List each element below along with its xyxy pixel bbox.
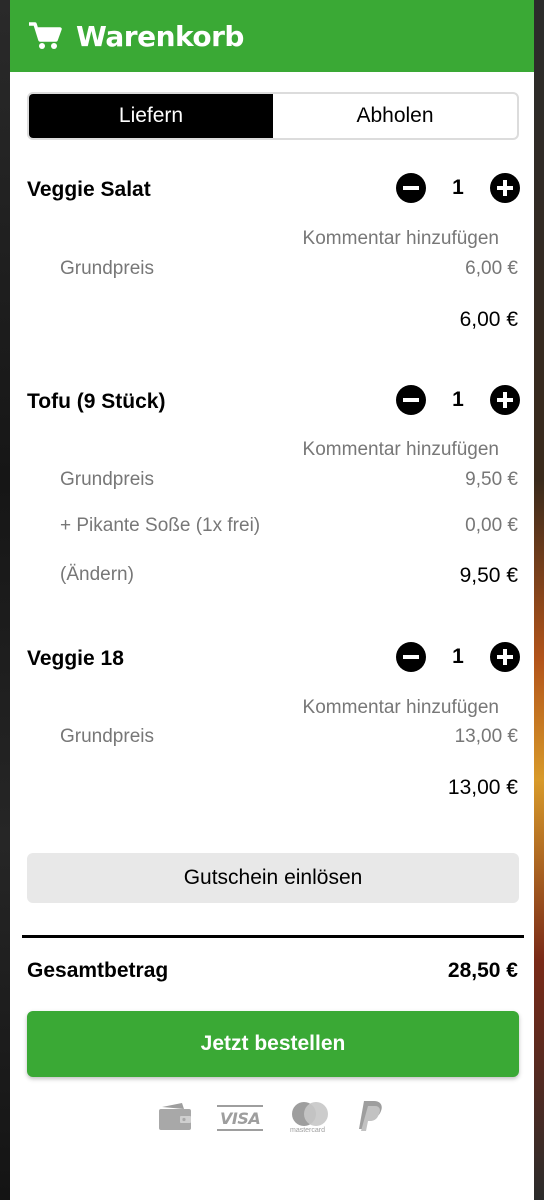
- extra-option-price: 0,00 €: [465, 515, 518, 536]
- price-line-value: 13,00 €: [454, 726, 518, 747]
- quantity-stepper: 1: [396, 385, 520, 415]
- change-options-link[interactable]: (Ändern): [60, 564, 134, 586]
- place-order-button[interactable]: Jetzt bestellen: [27, 1011, 519, 1077]
- payment-methods: VISA mastercard: [10, 1098, 534, 1138]
- item-name: Tofu (9 Stück): [27, 390, 166, 413]
- item-quantity: 1: [452, 388, 464, 411]
- add-comment-link[interactable]: Kommentar hinzufügen: [303, 439, 499, 461]
- quantity-stepper: 1: [396, 173, 520, 203]
- background-right: [534, 0, 544, 1200]
- item-name: Veggie 18: [27, 647, 124, 670]
- price-line-label: Grundpreis: [60, 469, 154, 490]
- total-label: Gesamtbetrag: [27, 959, 169, 982]
- minus-icon[interactable]: [396, 642, 426, 672]
- minus-icon[interactable]: [396, 385, 426, 415]
- cart-panel: Warenkorb Liefern Abholen Veggie Salat 1…: [10, 0, 534, 1200]
- price-line-label: Grundpreis: [60, 726, 154, 747]
- total-value: 28,50 €: [447, 959, 518, 982]
- delivery-mode-toggle: Liefern Abholen: [27, 92, 519, 140]
- plus-icon[interactable]: [490, 385, 520, 415]
- shopping-cart-icon: [28, 21, 62, 51]
- background-left: [0, 0, 10, 1200]
- plus-icon[interactable]: [490, 173, 520, 203]
- price-line-value: 9,50 €: [465, 469, 518, 490]
- price-line-label: Grundpreis: [60, 258, 154, 279]
- delivery-option[interactable]: Liefern: [29, 94, 273, 138]
- add-comment-link[interactable]: Kommentar hinzufügen: [303, 697, 499, 719]
- redeem-voucher-button[interactable]: Gutschein einlösen: [27, 853, 519, 903]
- quantity-stepper: 1: [396, 642, 520, 672]
- item-total: 9,50 €: [459, 564, 518, 587]
- pickup-option[interactable]: Abholen: [273, 94, 517, 138]
- mastercard-label: mastercard: [290, 1127, 326, 1134]
- visa-icon: VISA: [216, 1103, 264, 1133]
- visa-label: VISA: [220, 1109, 261, 1128]
- mastercard-icon: mastercard: [288, 1100, 332, 1136]
- wallet-icon: [158, 1101, 192, 1136]
- item-name: Veggie Salat: [27, 178, 151, 201]
- minus-icon[interactable]: [396, 173, 426, 203]
- paypal-icon: [356, 1099, 386, 1138]
- item-quantity: 1: [452, 645, 464, 668]
- add-comment-link[interactable]: Kommentar hinzufügen: [303, 228, 499, 250]
- price-line-value: 6,00 €: [465, 258, 518, 279]
- plus-icon[interactable]: [490, 642, 520, 672]
- extra-option-label: + Pikante Soße (1x frei): [60, 515, 261, 536]
- page-title: Warenkorb: [76, 19, 244, 53]
- item-quantity: 1: [452, 176, 464, 199]
- item-total: 6,00 €: [459, 308, 518, 331]
- cart-header: Warenkorb: [10, 0, 534, 72]
- divider: [22, 935, 524, 938]
- item-total: 13,00 €: [447, 776, 518, 799]
